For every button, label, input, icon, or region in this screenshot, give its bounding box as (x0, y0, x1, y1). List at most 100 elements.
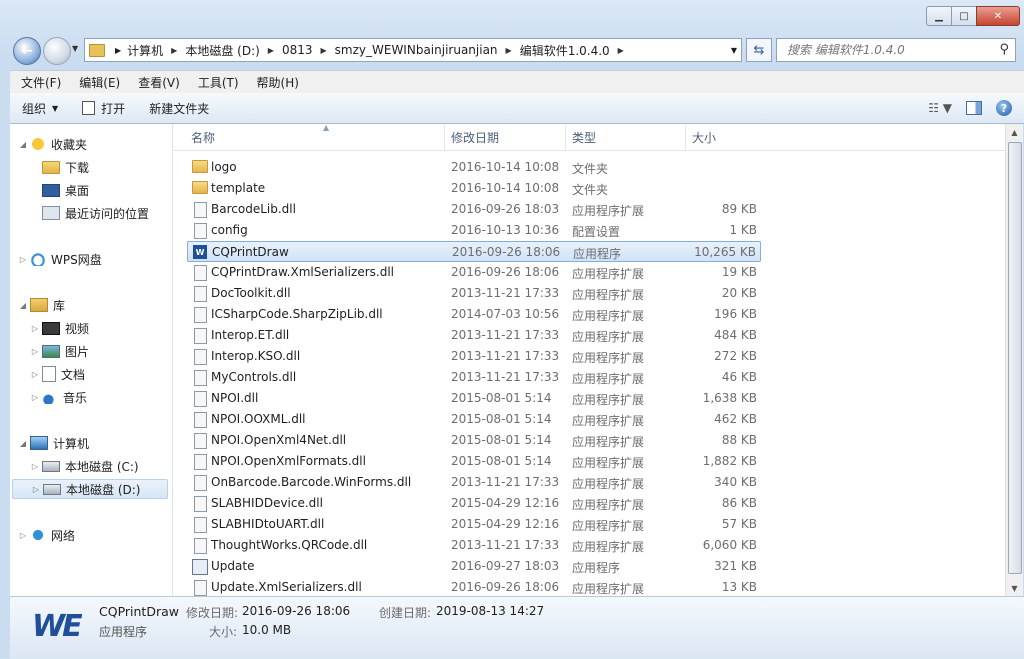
search-icon[interactable]: ⚲ (999, 42, 1009, 57)
column-headers: 名称 ▲ 修改日期 类型 大小 (173, 124, 1005, 151)
file-row[interactable]: ThoughtWorks.QRCode.dll 2013-11-21 17:33 应… (187, 535, 761, 556)
menu-item[interactable]: 帮助(H) (250, 74, 306, 91)
search-input[interactable] (785, 42, 994, 58)
sidebar-item[interactable]: ▷ WPS网盘 (18, 249, 102, 269)
expand-toggle-icon[interactable]: ◢ (18, 439, 28, 448)
file-row[interactable]: SLABHIDtoUART.dll 2015-04-29 12:16 应用程序扩展 5… (187, 514, 761, 535)
refresh-button[interactable]: ⇆ (746, 38, 772, 62)
column-header-size[interactable]: 大小 (686, 124, 764, 150)
file-row[interactable]: BarcodeLib.dll 2016-09-26 18:03 应用程序扩展 89 K… (187, 199, 761, 220)
chevron-right-icon[interactable]: ▶ (618, 46, 624, 55)
dll-file-icon (194, 580, 207, 596)
sidebar-item-label: 最近访问的位置 (65, 206, 150, 221)
chevron-right-icon[interactable]: ▶ (171, 46, 177, 55)
sidebar-item[interactable]: ◢ 计算机 (18, 433, 89, 453)
expand-toggle-icon[interactable]: ◢ (18, 301, 28, 310)
close-button[interactable]: ✕ (976, 6, 1020, 26)
file-row[interactable]: Interop.ET.dll 2013-11-21 17:33 应用程序扩展 484 … (187, 325, 761, 346)
sidebar-item[interactable]: ▷ 本地磁盘 (C:) (30, 456, 139, 476)
file-row[interactable]: MyControls.dll 2013-11-21 17:33 应用程序扩展 46 K… (187, 367, 761, 388)
chevron-right-icon[interactable]: ▶ (268, 46, 274, 55)
expand-toggle-icon[interactable]: ▷ (30, 370, 40, 379)
file-row[interactable]: logo 2016-10-14 10:08 文件夹 (187, 157, 761, 178)
sidebar-item[interactable]: 最近访问的位置 (30, 203, 149, 223)
open-button[interactable]: 打开 (70, 100, 137, 117)
expand-toggle-icon[interactable]: ▷ (30, 324, 40, 333)
file-name: CQPrintDraw.XmlSerializers.dll (211, 265, 394, 279)
column-header-type[interactable]: 类型 (566, 124, 686, 150)
file-row[interactable]: Interop.KSO.dll 2013-11-21 17:33 应用程序扩展 272… (187, 346, 761, 367)
sidebar-item[interactable]: ◢ 收藏夹 (18, 134, 87, 154)
file-row[interactable]: OnBarcode.Barcode.WinForms.dll 2013-11-21… (187, 472, 761, 493)
sidebar-item[interactable]: ◢ 库 (18, 295, 65, 315)
sidebar-item[interactable]: 下载 (30, 157, 89, 177)
file-row[interactable]: config 2016-10-13 10:36 配置设置 1 KB (187, 220, 761, 241)
file-size: 10,265 KB (694, 245, 756, 259)
file-row[interactable]: ICSharpCode.SharpZipLib.dll 2014-07-03 10… (187, 304, 761, 325)
file-row[interactable]: SLABHIDDevice.dll 2015-04-29 12:16 应用程序扩展 8… (187, 493, 761, 514)
column-header-date[interactable]: 修改日期 (445, 124, 566, 150)
view-options-icon[interactable]: ☷ ▼ (928, 101, 952, 115)
menu-item[interactable]: 编辑(E) (72, 74, 127, 91)
minimize-button[interactable]: ▁ (926, 6, 952, 26)
menu-item[interactable]: 文件(F) (14, 74, 68, 91)
sidebar-item-label: 库 (53, 298, 66, 313)
file-row[interactable]: CQPrintDraw.XmlSerializers.dll 2016-09-26… (187, 262, 761, 283)
file-row[interactable]: NPOI.OpenXml4Net.dll 2015-08-01 5:14 应用程序扩… (187, 430, 761, 451)
file-row[interactable]: template 2016-10-14 10:08 文件夹 (187, 178, 761, 199)
dll-file-icon (194, 328, 207, 344)
sidebar-item[interactable]: ▷ 视频 (30, 318, 89, 338)
address-dropdown-icon[interactable]: ▼ (731, 46, 737, 55)
file-row[interactable]: NPOI.OOXML.dll 2015-08-01 5:14 应用程序扩展 462 K… (187, 409, 761, 430)
breadcrumb-item[interactable]: 本地磁盘 (D:) (185, 42, 259, 59)
breadcrumb-item[interactable]: smzy_WEWINbainjiruanjian (335, 43, 498, 57)
chevron-right-icon[interactable]: ▶ (506, 46, 512, 55)
file-row[interactable]: Update 2016-09-27 18:03 应用程序 321 KB (187, 556, 761, 577)
scroll-down-icon[interactable]: ▼ (1006, 580, 1023, 596)
file-row[interactable]: W CQPrintDraw 2016-09-26 18:06 应用程序 10,265 K… (187, 241, 761, 262)
file-row[interactable]: NPOI.dll 2015-08-01 5:14 应用程序扩展 1,638 KB (187, 388, 761, 409)
maximize-button[interactable]: □ (951, 6, 977, 26)
file-name: NPOI.dll (211, 391, 259, 405)
menu-item[interactable]: 查看(V) (131, 74, 187, 91)
breadcrumb-item[interactable]: 计算机 (127, 42, 163, 59)
sidebar-item[interactable]: ▷ 文档 (30, 364, 85, 384)
scrollbar-thumb[interactable] (1008, 142, 1022, 574)
expand-toggle-icon[interactable]: ▷ (18, 255, 28, 264)
expand-toggle-icon[interactable]: ▷ (31, 485, 41, 494)
search-box[interactable]: ⚲ (776, 38, 1016, 62)
file-row[interactable]: NPOI.OpenXmlFormats.dll 2015-08-01 5:14 应用… (187, 451, 761, 472)
forward-button[interactable] (43, 37, 71, 65)
chevron-right-icon[interactable]: ▶ (321, 46, 327, 55)
sidebar-item[interactable]: ▷ 网络 (18, 525, 75, 545)
expand-toggle-icon[interactable]: ▷ (30, 462, 40, 471)
expand-toggle-icon[interactable]: ◢ (18, 140, 28, 149)
column-header-name[interactable]: 名称 ▲ (185, 124, 445, 150)
file-type: 应用程序扩展 (572, 393, 645, 407)
sidebar-item[interactable]: ▷ 图片 (30, 341, 89, 361)
file-row[interactable]: Update.XmlSerializers.dll 2016-09-26 18:0… (187, 577, 761, 596)
scroll-up-icon[interactable]: ▲ (1006, 124, 1023, 140)
expand-toggle-icon[interactable]: ▷ (30, 347, 40, 356)
help-icon[interactable]: ? (996, 100, 1012, 116)
breadcrumb-item[interactable]: 编辑软件1.0.4.0 (520, 42, 610, 59)
recent-pages-dropdown-icon[interactable]: ▼ (72, 44, 78, 53)
back-button[interactable]: ← (13, 37, 41, 65)
chevron-right-icon[interactable]: ▶ (115, 46, 121, 55)
breadcrumb-item[interactable]: 0813 (282, 43, 313, 57)
preview-pane-icon[interactable] (966, 101, 982, 115)
sidebar-item-label: 收藏夹 (51, 137, 88, 152)
window-controls: ▁ □ ✕ (926, 6, 1020, 26)
download-folder-icon (42, 160, 60, 174)
sidebar-item[interactable]: ▷ 本地磁盘 (D:) (12, 479, 168, 499)
menu-item[interactable]: 工具(T) (191, 74, 246, 91)
organize-button[interactable]: 组织 ▼ (10, 100, 70, 117)
sidebar-item[interactable]: 桌面 (30, 180, 89, 200)
address-bar[interactable]: ▶ 计算机 ▶ 本地磁盘 (D:) ▶ 0813 ▶ smzy_WEWINbainjirua… (84, 38, 742, 62)
new-folder-button[interactable]: 新建文件夹 (137, 100, 221, 117)
vertical-scrollbar[interactable]: ▲ ▼ (1005, 124, 1023, 596)
file-row[interactable]: DocToolkit.dll 2013-11-21 17:33 应用程序扩展 20 K… (187, 283, 761, 304)
expand-toggle-icon[interactable]: ▷ (18, 531, 28, 540)
sidebar-item[interactable]: ▷ 音乐 (30, 387, 87, 407)
expand-toggle-icon[interactable]: ▷ (30, 393, 40, 402)
